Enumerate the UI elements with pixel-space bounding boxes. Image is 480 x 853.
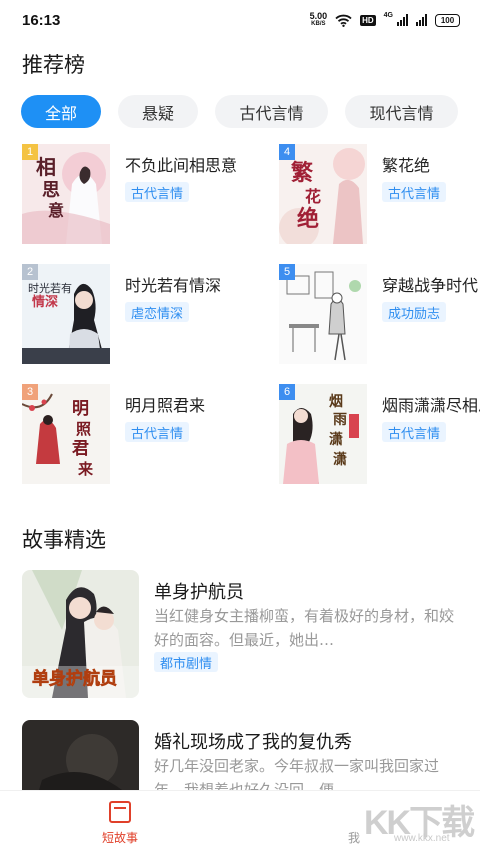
stories-title: 故事精选 [22, 528, 106, 552]
genre-tag: 虐恋情深 [125, 302, 190, 322]
story-description: 好几年没回老家。今年叔叔一家叫我回家过年。我想着也好久没回，便… [154, 757, 440, 790]
tab-ancient-romance[interactable]: 古代言情 [215, 95, 328, 128]
user-icon [343, 801, 365, 823]
book-title: 繁花绝 [382, 156, 431, 175]
hd-badge: HD [360, 14, 376, 26]
rank-item[interactable]: 5 穿越战争时代 成功励志 [279, 264, 480, 366]
rank-number-badge: 5 [279, 264, 295, 280]
story-title: 单身护航员 [154, 582, 244, 603]
svg-text:单身护航员: 单身护航员 [32, 668, 117, 689]
svg-text:繁: 繁 [291, 160, 314, 186]
network-speed-unit: KB/S [311, 21, 326, 27]
bottom-nav: 短故事 我 [0, 790, 480, 853]
rank-item[interactable]: 繁 花 绝 4 繁花绝 古代言情 [279, 144, 480, 246]
rank-item[interactable]: 相 思 意 1 不负此间相思意 古代言情 [22, 144, 262, 246]
rank-number-badge: 1 [22, 144, 38, 160]
network-speed: 5.00 KB/S [310, 12, 328, 28]
svg-text:情深: 情深 [32, 294, 58, 310]
nav-label: 短故事 [101, 831, 138, 845]
tab-all[interactable]: 全部 [21, 95, 101, 128]
svg-text:思: 思 [42, 180, 60, 201]
svg-text:明: 明 [72, 399, 89, 419]
svg-text:照: 照 [76, 420, 91, 438]
rank-item[interactable]: 时光若有 情深 2 时光若有情深 虐恋情深 [22, 264, 262, 366]
svg-text:意: 意 [48, 201, 64, 220]
signal-icon [397, 14, 408, 26]
svg-text:潇: 潇 [333, 451, 347, 468]
nav-label: 我 [347, 831, 360, 845]
book-title: 明月照君来 [125, 396, 206, 415]
nav-me[interactable]: 我 [314, 801, 394, 846]
genre-tag: 古代言情 [125, 182, 190, 202]
genre-tag: 古代言情 [382, 182, 447, 202]
book-title: 不负此间相思意 [125, 156, 238, 175]
status-icons: 5.00 KB/S HD 4G 100 [310, 12, 460, 28]
battery-icon: 100 [435, 13, 460, 27]
rank-item[interactable]: 烟 雨 潇 潇 6 烟雨潇潇尽相思 古代言情 [279, 384, 480, 486]
book-title: 穿越战争时代 [382, 276, 479, 295]
network-speed-value: 5.00 [309, 11, 328, 21]
story-description: 当红健身女主播柳蛮，有着极好的身材，和姣好的面容。但最近，她出… [154, 607, 455, 649]
rank-number-badge: 4 [279, 144, 295, 160]
genre-tag: 古代言情 [125, 422, 190, 442]
battery-level: 100 [440, 15, 455, 25]
nav-short-stories[interactable]: 短故事 [80, 801, 160, 846]
svg-text:烟: 烟 [329, 394, 343, 410]
status-time: 16:13 [22, 11, 61, 29]
rank-number-badge: 2 [22, 264, 38, 280]
svg-text:绝: 绝 [297, 206, 319, 232]
ranking-title: 推荐榜 [22, 53, 85, 77]
svg-text:君: 君 [72, 439, 89, 459]
tab-modern-romance[interactable]: 现代言情 [345, 95, 458, 128]
genre-tag: 古代言情 [382, 422, 447, 442]
story-cover: 单身护航员 [22, 570, 139, 698]
svg-text:来: 来 [77, 460, 94, 478]
signal-label: 4G [383, 12, 393, 19]
book-title: 烟雨潇潇尽相思 [382, 396, 480, 415]
svg-text:相: 相 [36, 155, 56, 179]
tab-suspense[interactable]: 悬疑 [118, 95, 198, 128]
category-tabs: 全部 悬疑 古代言情 现代言情 [21, 95, 458, 128]
signal-icon-2 [416, 14, 427, 26]
story-title: 婚礼现场成了我的复仇秀 [154, 732, 352, 753]
rank-number-badge: 3 [22, 384, 38, 400]
svg-text:潇: 潇 [329, 431, 343, 448]
story-item[interactable]: 婚礼现场成了我的复仇秀 好几年没回老家。今年叔叔一家叫我回家过年。我想着也好久没… [22, 720, 458, 790]
story-cover [22, 720, 139, 790]
story-item[interactable]: 单身护航员 单身护航员 当红健身女主播柳蛮，有着极好的身材，和姣好的面容。但最近… [22, 570, 458, 698]
book-title: 时光若有情深 [125, 276, 222, 295]
wifi-icon [335, 14, 352, 27]
svg-text:雨: 雨 [333, 412, 347, 428]
genre-tag: 成功励志 [382, 302, 447, 322]
rank-item[interactable]: 明 照 君 来 3 明月照君来 古代言情 [22, 384, 262, 486]
book-icon [109, 801, 131, 823]
genre-tag: 都市剧情 [154, 652, 219, 672]
story-cover-art [22, 720, 139, 790]
status-bar: 16:13 5.00 KB/S HD 4G 100 [0, 0, 480, 40]
rank-number-badge: 6 [279, 384, 295, 400]
svg-text:时光若有: 时光若有 [28, 281, 72, 295]
svg-text:花: 花 [305, 187, 321, 206]
story-cover-art: 单身护航员 [22, 570, 139, 698]
